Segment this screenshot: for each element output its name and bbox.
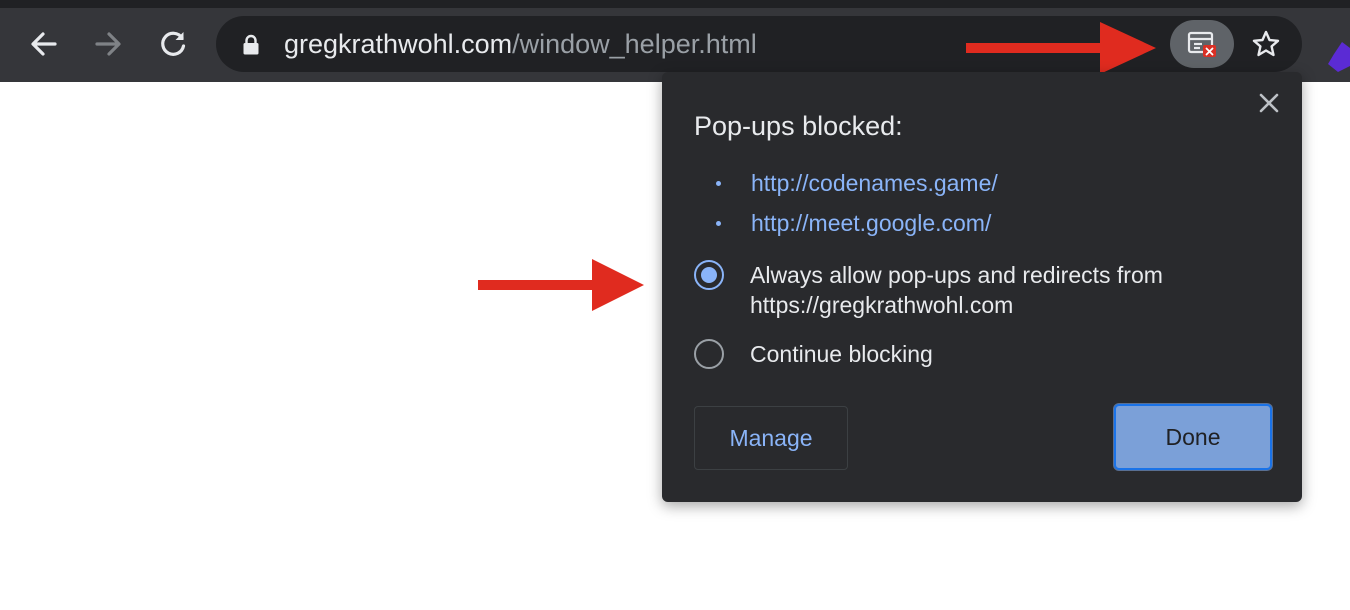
lock-icon[interactable] <box>242 34 260 56</box>
url-path: /window_helper.html <box>512 29 757 59</box>
popup-blocked-icon <box>1187 31 1216 57</box>
always-allow-label: Always allow pop-ups and redirects from … <box>750 262 1163 318</box>
blocked-link[interactable]: http://codenames.game/ <box>751 168 998 198</box>
popup-blocked-dialog: Pop-ups blocked: http://codenames.game/ … <box>662 72 1302 502</box>
continue-blocking-label: Continue blocking <box>750 341 933 367</box>
dialog-title: Pop-ups blocked: <box>694 111 903 141</box>
always-allow-option[interactable]: Always allow pop-ups and redirects from … <box>694 260 1250 320</box>
reload-button[interactable] <box>151 22 195 66</box>
annotation-arrow-top <box>966 22 1156 74</box>
blocked-link[interactable]: http://meet.google.com/ <box>751 208 991 238</box>
done-button[interactable]: Done <box>1114 404 1272 470</box>
close-button[interactable] <box>1254 88 1284 118</box>
annotation-arrow-middle <box>478 259 644 311</box>
extension-icon[interactable] <box>1328 42 1350 72</box>
close-icon <box>1259 93 1279 113</box>
continue-blocking-option[interactable]: Continue blocking <box>694 339 1250 369</box>
popup-blocked-button[interactable] <box>1170 20 1234 68</box>
arrow-left-icon <box>31 32 57 56</box>
star-icon <box>1252 30 1280 57</box>
bookmark-button[interactable] <box>1246 26 1286 62</box>
url-host: gregkrathwohl.com <box>284 29 513 59</box>
always-allow-radio[interactable] <box>694 260 724 290</box>
manage-button[interactable]: Manage <box>694 406 848 470</box>
continue-blocking-radio[interactable] <box>694 339 724 369</box>
arrow-right-icon <box>95 32 121 56</box>
back-button[interactable] <box>22 22 66 66</box>
forward-button[interactable] <box>86 22 130 66</box>
url-text[interactable]: gregkrathwohl.com/window_helper.html <box>284 29 757 59</box>
reload-icon <box>161 31 186 56</box>
